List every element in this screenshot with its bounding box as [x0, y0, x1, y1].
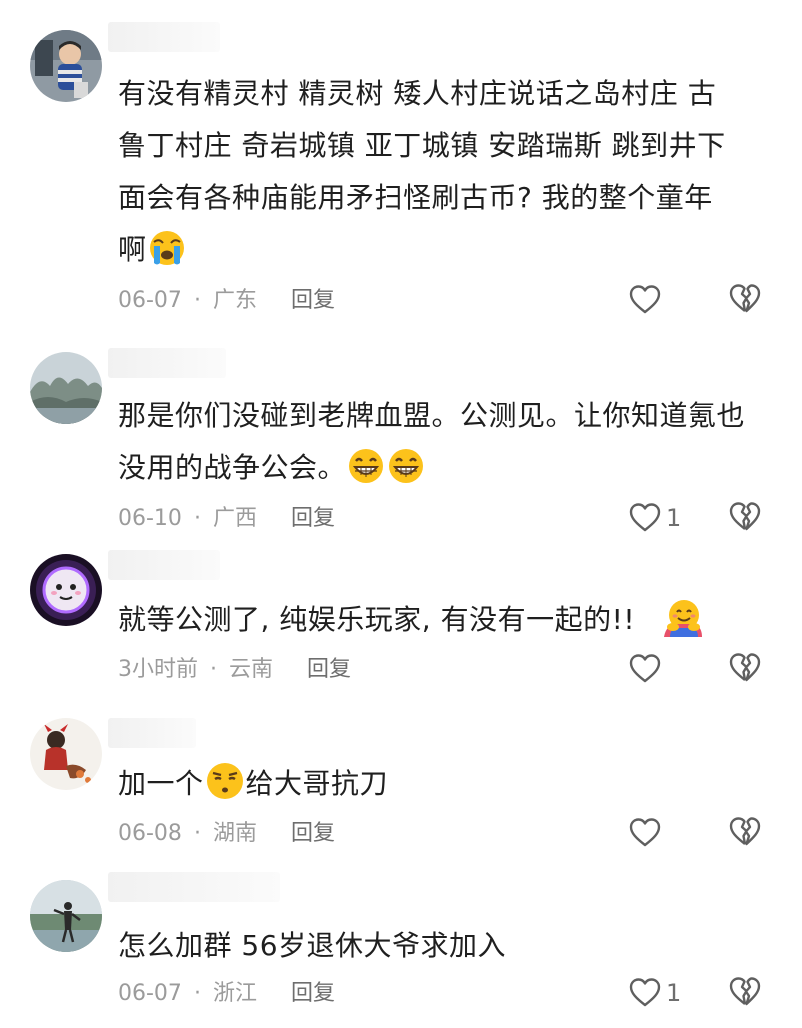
reply-button[interactable]: 回复 [291, 821, 335, 846]
dislike-button[interactable] [728, 500, 764, 536]
broken-heart-icon [729, 817, 761, 846]
comment-meta: 06-08 · 湖南 回复 [118, 818, 335, 850]
comment-location: 浙江 [212, 981, 257, 1006]
comment-meta: 06-07 · 广东 回复 [118, 285, 335, 317]
separator-dot: · [210, 657, 217, 682]
avatar[interactable] [30, 352, 102, 424]
like-count: 1 [666, 979, 682, 1007]
broken-heart-icon [729, 977, 761, 1006]
username-blurred[interactable] [108, 718, 196, 748]
comment-location: 云南 [229, 657, 274, 682]
comment-item: 有没有精灵村 精灵树 矮人村庄说话之岛村庄 古 鲁丁村庄 奇岩城镇 亚丁城镇 安… [0, 0, 802, 340]
comment-date: 06-07 [118, 288, 182, 313]
username-blurred[interactable] [108, 872, 280, 902]
username-blurred[interactable] [108, 550, 220, 580]
comment-text: 就等公测了, 纯娱乐玩家, 有没有一起的!! [118, 594, 768, 654]
comment-item: 那是你们没碰到老牌血盟。公测见。让你知道氪也 没用的战争公会。 06-10 · … [0, 340, 802, 540]
heart-outline-icon [629, 978, 661, 1007]
comment-text: 有没有精灵村 精灵树 矮人村庄说话之岛村庄 古 鲁丁村庄 奇岩城镇 亚丁城镇 安… [118, 68, 768, 284]
comment-meta: 06-07 · 浙江 回复 [118, 978, 335, 1010]
username-blurred[interactable] [108, 348, 226, 378]
comment-meta: 3小时前 · 云南 回复 [118, 654, 351, 686]
loudly-crying-face-emoji [148, 229, 186, 284]
dislike-button[interactable] [728, 651, 764, 687]
separator-dot: · [193, 821, 201, 846]
dislike-button[interactable] [728, 282, 764, 318]
heart-outline-icon [629, 818, 661, 847]
like-button[interactable]: 1 [612, 500, 684, 536]
comment-location: 广西 [212, 506, 257, 531]
comment-text: 那是你们没碰到老牌血盟。公测见。让你知道氪也 没用的战争公会。 [118, 390, 768, 502]
separator-dot: · [193, 288, 201, 313]
heart-outline-icon [629, 503, 661, 532]
comment-date: 06-10 [118, 506, 182, 531]
dislike-button[interactable] [728, 815, 764, 851]
avatar[interactable] [30, 880, 102, 952]
like-count: 1 [666, 504, 682, 532]
heart-outline-icon [629, 654, 661, 683]
comment-item: 就等公测了, 纯娱乐玩家, 有没有一起的!! 3小时前 · 云南 回复 [0, 540, 802, 710]
smirking-face-emoji [205, 761, 245, 818]
comment-text: 加一个 给大哥抗刀 [118, 758, 768, 818]
reply-button[interactable]: 回复 [291, 288, 335, 313]
comment-date: 3小时前 [118, 657, 198, 682]
separator-dot: · [193, 981, 201, 1006]
dislike-button[interactable] [728, 975, 764, 1011]
reply-button[interactable]: 回复 [291, 506, 335, 531]
reply-button[interactable]: 回复 [291, 981, 335, 1006]
comment-date: 06-07 [118, 981, 182, 1006]
like-button[interactable] [612, 815, 684, 851]
like-button[interactable] [612, 651, 684, 687]
comment-location: 广东 [212, 288, 257, 313]
comment-item: 加一个 给大哥抗刀 06-08 · 湖南 回复 [0, 710, 802, 870]
reply-button[interactable]: 回复 [307, 657, 351, 682]
grinning-face-emoji [347, 447, 385, 502]
username-blurred[interactable] [108, 22, 220, 52]
grinning-face-emoji [387, 447, 425, 502]
comment-location: 湖南 [212, 821, 257, 846]
like-button[interactable]: 1 [612, 975, 684, 1011]
avatar[interactable] [30, 554, 102, 626]
like-button[interactable] [612, 282, 684, 318]
heart-outline-icon [629, 285, 661, 314]
avatar[interactable] [30, 718, 102, 790]
broken-heart-icon [729, 502, 761, 531]
comment-item: 怎么加群 56岁退休大爷求加入 06-07 · 浙江 回复 1 [0, 870, 802, 1028]
avatar[interactable] [30, 30, 102, 102]
comment-meta: 06-10 · 广西 回复 [118, 503, 335, 535]
separator-dot: · [193, 506, 201, 531]
broken-heart-icon [729, 653, 761, 682]
broken-heart-icon [729, 284, 761, 313]
comment-date: 06-08 [118, 821, 182, 846]
comment-text: 怎么加群 56岁退休大爷求加入 [118, 929, 507, 962]
hugging-face-emoji [662, 597, 704, 654]
